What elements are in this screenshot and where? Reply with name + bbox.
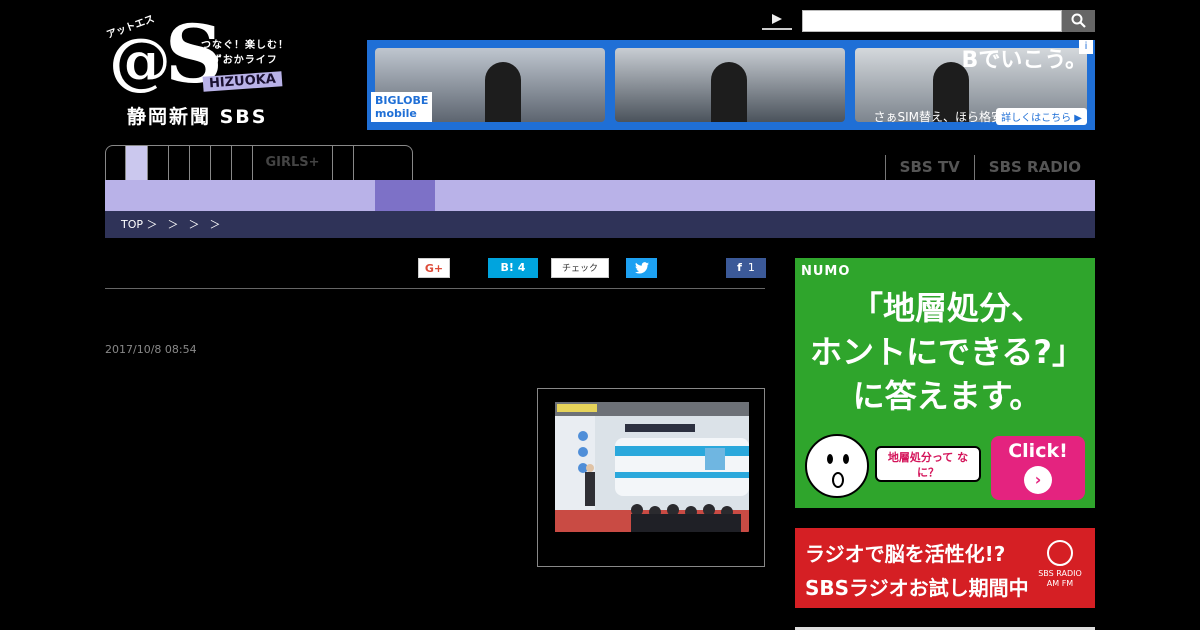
- zoom-icon[interactable]: [748, 526, 749, 532]
- radio-ad-line2: SBSラジオお試し期間中: [805, 576, 1029, 600]
- numo-headline: 「地層処分、 ホントにできる?」 に答えます。: [809, 286, 1085, 418]
- numo-ad[interactable]: NUMO 「地層処分、 ホントにできる?」 に答えます。 地層処分って なに？ …: [795, 258, 1095, 508]
- radio-logo-1: SBS RADIO: [1038, 569, 1082, 578]
- facebook-share-button[interactable]: f1: [726, 258, 766, 278]
- sbs-radio-logo: SBS RADIO AM FM: [1035, 540, 1085, 589]
- search-icon: [1071, 13, 1086, 28]
- facebook-count: 1: [747, 261, 755, 274]
- numo-headline-2: ホントにできる?」: [810, 333, 1084, 371]
- tab-girls[interactable]: GIRLS+: [253, 146, 333, 180]
- article-timestamp: 2017/10/8 08:54: [105, 343, 197, 356]
- twitter-share-button[interactable]: [626, 258, 657, 278]
- headphones-icon: [1047, 540, 1073, 566]
- tab-3[interactable]: [148, 146, 169, 180]
- ad-brand-logo: BIGLOBE mobile: [371, 92, 433, 122]
- ad-cta-button[interactable]: 詳しくはこちら ▶: [996, 108, 1087, 125]
- search-button[interactable]: [1062, 10, 1095, 32]
- mixi-check-button[interactable]: チェック: [551, 258, 609, 278]
- ad-brand-line1: BIGLOBE: [375, 94, 429, 107]
- numo-mascot-icon: [805, 434, 869, 498]
- ad-subtext: さぁSIM替え、ほら格安。: [873, 110, 1015, 124]
- facebook-icon: f: [737, 261, 742, 274]
- tab-5[interactable]: [190, 146, 211, 180]
- logo-tagline-2: しずおかライフ: [201, 55, 278, 66]
- numo-click-label: Click!: [1008, 440, 1068, 462]
- search-input[interactable]: [802, 10, 1062, 32]
- tab-2-active[interactable]: [126, 146, 148, 180]
- breadcrumb-sep[interactable]: ＞: [210, 211, 221, 238]
- twitter-bird-icon: [634, 262, 649, 274]
- sbs-radio-link[interactable]: SBS RADIO: [973, 155, 1095, 180]
- ad-photo-2: [615, 48, 845, 122]
- radio-logo-2: AM FM: [1046, 579, 1074, 588]
- tab-7[interactable]: [232, 146, 253, 180]
- google-plus-share-button[interactable]: G+: [418, 258, 450, 278]
- site-logo[interactable]: アットエス @ S つなぐ！楽しむ！ しずおかライフ HIZUOKA 静岡新聞 …: [105, 12, 305, 130]
- ad-info-icon[interactable]: i: [1079, 40, 1093, 54]
- article-photo[interactable]: [555, 402, 749, 532]
- logo-sub: 静岡新聞 SBS: [127, 106, 268, 128]
- article-photo-frame: [537, 388, 765, 567]
- tab-4[interactable]: [169, 146, 190, 180]
- top-banner-ad[interactable]: BIGLOBE mobile Bでいこう。 さぁSIM替え、ほら格安。 詳しくは…: [367, 40, 1095, 130]
- logo-tagline: つなぐ！楽しむ！ しずおかライフ: [201, 38, 289, 68]
- breadcrumb-sep[interactable]: ＞: [189, 211, 200, 238]
- subnav-active-item[interactable]: [375, 180, 435, 211]
- numo-headline-3: に答えます。: [852, 377, 1042, 415]
- sbs-links: SBS TV SBS RADIO: [884, 155, 1095, 180]
- numo-speech-bubble: 地層処分って なに？: [875, 446, 981, 482]
- tab-6[interactable]: [211, 146, 232, 180]
- numo-click-button[interactable]: Click! ›: [991, 436, 1085, 500]
- category-tabs: GIRLS+: [105, 145, 413, 180]
- subnav-bar: [105, 180, 1095, 211]
- breadcrumb-top[interactable]: TOP ＞: [121, 211, 158, 238]
- radio-ad-line1: ラジオで脳を活性化!?: [805, 542, 1006, 566]
- ad-brand-line2: mobile: [375, 107, 417, 120]
- chevron-right-icon: ›: [1024, 466, 1052, 494]
- breadcrumb-sep[interactable]: ＞: [168, 211, 179, 238]
- sbs-tv-link[interactable]: SBS TV: [884, 155, 974, 180]
- tab-9[interactable]: [333, 146, 354, 180]
- hatena-bookmark-button[interactable]: B! 4: [488, 258, 538, 278]
- logo-tagline-1: つなぐ！楽しむ！: [201, 40, 289, 51]
- logo-at: @: [109, 24, 171, 97]
- search-toggle-icon[interactable]: [762, 10, 792, 30]
- numo-headline-1: 「地層処分、: [850, 289, 1043, 327]
- numo-logo: NUMO: [801, 264, 851, 279]
- tab-10[interactable]: [354, 146, 392, 180]
- tab-1[interactable]: [106, 146, 126, 180]
- title-divider: [105, 288, 765, 289]
- sbs-radio-ad[interactable]: ラジオで脳を活性化!? SBSラジオお試し期間中 SBS RADIO AM FM: [795, 528, 1095, 608]
- breadcrumb: TOP ＞ ＞ ＞ ＞: [105, 211, 1095, 238]
- ad-headline: Bでいこう。: [961, 48, 1087, 73]
